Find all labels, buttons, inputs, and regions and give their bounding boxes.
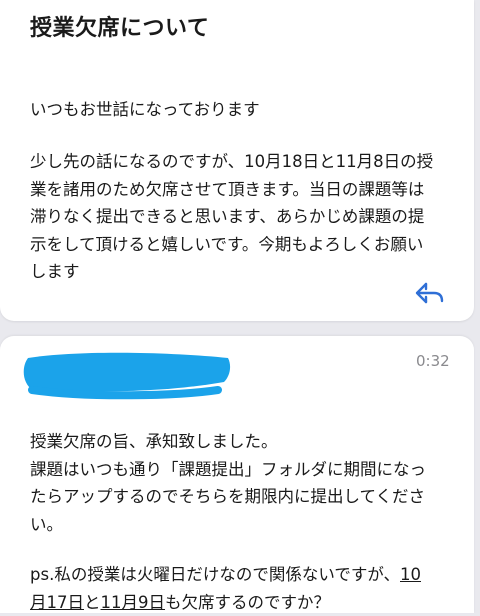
reply-arrow-icon	[414, 280, 446, 306]
message-time: 0:32	[416, 352, 450, 370]
body-line: 業を諸用のため欠席させて頂きます。当日の課題等は	[30, 176, 433, 204]
date-link[interactable]: 11月9日	[101, 593, 166, 612]
body-line: 滞りなく提出できると思います、あらかじめ課題の提	[30, 203, 433, 231]
body-line: します	[30, 258, 433, 286]
message-greeting: いつもお世話になっております	[30, 96, 260, 120]
ps-text: と	[84, 593, 101, 612]
message-body-1: 少し先の話になるのですが、10月18日と11月8日の授 業を諸用のため欠席させて…	[30, 148, 433, 286]
message-subject: 授業欠席について	[30, 10, 209, 42]
date-link[interactable]: 10	[400, 565, 421, 584]
body-line: い。	[30, 511, 426, 539]
message-card-1[interactable]: 授業欠席について いつもお世話になっております 少し先の話になるのですが、10月…	[0, 0, 474, 321]
message-card-2[interactable]: 0:32 授業欠席の旨、承知致しました。 課題はいつも通り「課題提出」フォルダに…	[0, 336, 474, 613]
ps-line-2: 月17日と11月9日も欠席するのですか？	[30, 589, 426, 616]
reply-button[interactable]	[414, 280, 446, 306]
sender-redaction-scribble	[18, 346, 236, 400]
message-body-2: 授業欠席の旨、承知致しました。 課題はいつも通り「課題提出」フォルダに期間になっ…	[30, 428, 426, 616]
ps-text: ps.私の授業は火曜日だけなので関係ないですが、	[30, 565, 400, 584]
body-line: たらアップするのでそちらを期限内に提出してくださ	[30, 483, 426, 511]
ps-text: も欠席するのですか？	[165, 593, 330, 612]
ps-line-1: ps.私の授業は火曜日だけなので関係ないですが、10	[30, 561, 426, 589]
date-link[interactable]: 月17日	[30, 593, 84, 612]
body-line: 授業欠席の旨、承知致しました。	[30, 428, 426, 456]
body-line: 少し先の話になるのですが、10月18日と11月8日の授	[30, 148, 433, 176]
body-line: 課題はいつも通り「課題提出」フォルダに期間になっ	[30, 456, 426, 484]
body-line: 示をして頂けると嬉しいです。今期もよろしくお願い	[30, 231, 433, 259]
paragraph-gap	[30, 538, 426, 561]
